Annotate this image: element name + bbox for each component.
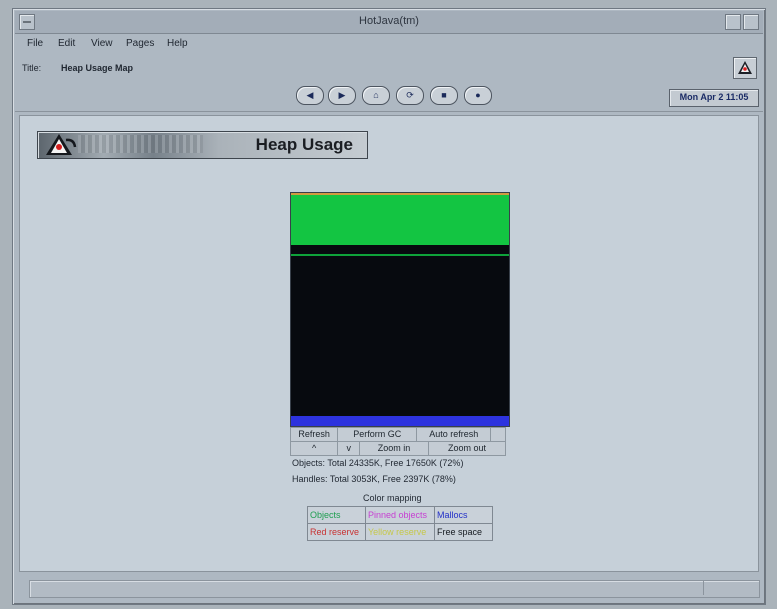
menu-view[interactable]: View bbox=[91, 38, 113, 49]
auto-refresh-toggle[interactable] bbox=[491, 428, 505, 441]
legend-free-space: Free space bbox=[437, 527, 483, 537]
forward-button[interactable]: ▶ bbox=[328, 86, 356, 105]
info-button[interactable]: ● bbox=[464, 86, 492, 105]
heap-objects-region bbox=[291, 195, 509, 245]
title-bar: HotJava(tm) bbox=[15, 11, 763, 34]
objects-stats: Objects: Total 24335K, Free 17650K (72%) bbox=[292, 458, 464, 468]
duke-logo-button[interactable] bbox=[733, 57, 757, 79]
legend-row: Red reserve Yellow reserve Free space bbox=[308, 523, 492, 540]
zoom-in-button[interactable]: Zoom in bbox=[360, 442, 430, 455]
heap-usage-banner: Heap Usage bbox=[37, 131, 368, 159]
perform-gc-button[interactable]: Perform GC bbox=[338, 428, 418, 441]
menu-bar: File Edit View Pages Help bbox=[15, 35, 763, 55]
menu-pages[interactable]: Pages bbox=[126, 38, 154, 49]
handles-stats: Handles: Total 3053K, Free 2397K (78%) bbox=[292, 474, 456, 484]
control-row-2: ^ v Zoom in Zoom out bbox=[290, 442, 506, 456]
control-row-1: Refresh Perform GC Auto refresh bbox=[290, 427, 506, 442]
duke-icon bbox=[738, 61, 752, 74]
date-text: Mon Apr 2 11:05 bbox=[679, 92, 749, 102]
minimize-button[interactable] bbox=[725, 14, 741, 30]
title-field: Heap Usage Map bbox=[61, 63, 134, 73]
heap-usage-map bbox=[290, 192, 510, 427]
date-display: Mon Apr 2 11:05 bbox=[669, 89, 759, 107]
status-cell bbox=[703, 581, 759, 595]
scroll-up-button[interactable]: ^ bbox=[291, 442, 339, 455]
legend-yellow-reserve: Yellow reserve bbox=[366, 524, 435, 540]
legend-row: Objects Pinned objects Mallocs bbox=[308, 507, 492, 523]
navigation-toolbar: ◀ ▶ ⌂ ⟳ ■ ● Mon Apr 2 11:05 bbox=[15, 83, 763, 112]
home-icon: ⌂ bbox=[373, 90, 379, 100]
zoom-out-button[interactable]: Zoom out bbox=[429, 442, 505, 455]
forward-arrow-icon: ▶ bbox=[338, 90, 346, 100]
refresh-button[interactable]: Refresh bbox=[291, 428, 339, 441]
reload-icon: ⟳ bbox=[406, 90, 414, 100]
window-title: HotJava(tm) bbox=[359, 15, 419, 27]
legend-red-reserve: Red reserve bbox=[308, 524, 366, 540]
menu-edit[interactable]: Edit bbox=[58, 38, 75, 49]
heap-objects-line bbox=[291, 254, 509, 256]
legend-objects: Objects bbox=[308, 507, 366, 523]
info-icon: ● bbox=[475, 90, 481, 100]
document-title-row: Title: Heap Usage Map bbox=[15, 57, 763, 81]
color-mapping-legend: Objects Pinned objects Mallocs Red reser… bbox=[307, 506, 493, 541]
duke-icon bbox=[46, 134, 77, 155]
reload-button[interactable]: ⟳ bbox=[396, 86, 424, 105]
heap-mallocs-region bbox=[291, 416, 509, 426]
auto-refresh-button[interactable]: Auto refresh bbox=[417, 428, 492, 441]
browser-window: HotJava(tm) File Edit View Pages Help Ti… bbox=[12, 8, 766, 605]
stop-icon: ■ bbox=[441, 90, 447, 100]
banner-title: Heap Usage bbox=[255, 135, 353, 154]
scroll-down-button[interactable]: v bbox=[338, 442, 361, 455]
legend-pinned-objects: Pinned objects bbox=[366, 507, 435, 523]
menu-help[interactable]: Help bbox=[167, 38, 188, 49]
title-label: Title: bbox=[22, 63, 42, 73]
home-button[interactable]: ⌂ bbox=[362, 86, 390, 105]
heap-controls: Refresh Perform GC Auto refresh ^ v Zoom… bbox=[290, 427, 506, 456]
page-content: Heap Usage Refresh Perform GC Auto refre… bbox=[19, 115, 759, 572]
back-arrow-icon: ◀ bbox=[306, 90, 314, 100]
menu-file[interactable]: File bbox=[27, 38, 43, 49]
color-mapping-title: Color mapping bbox=[363, 493, 422, 503]
banner-texture bbox=[78, 135, 203, 153]
maximize-button[interactable] bbox=[743, 14, 759, 30]
status-bar bbox=[29, 580, 760, 598]
back-button[interactable]: ◀ bbox=[296, 86, 324, 105]
stop-button[interactable]: ■ bbox=[430, 86, 458, 105]
legend-mallocs: Mallocs bbox=[437, 510, 468, 520]
